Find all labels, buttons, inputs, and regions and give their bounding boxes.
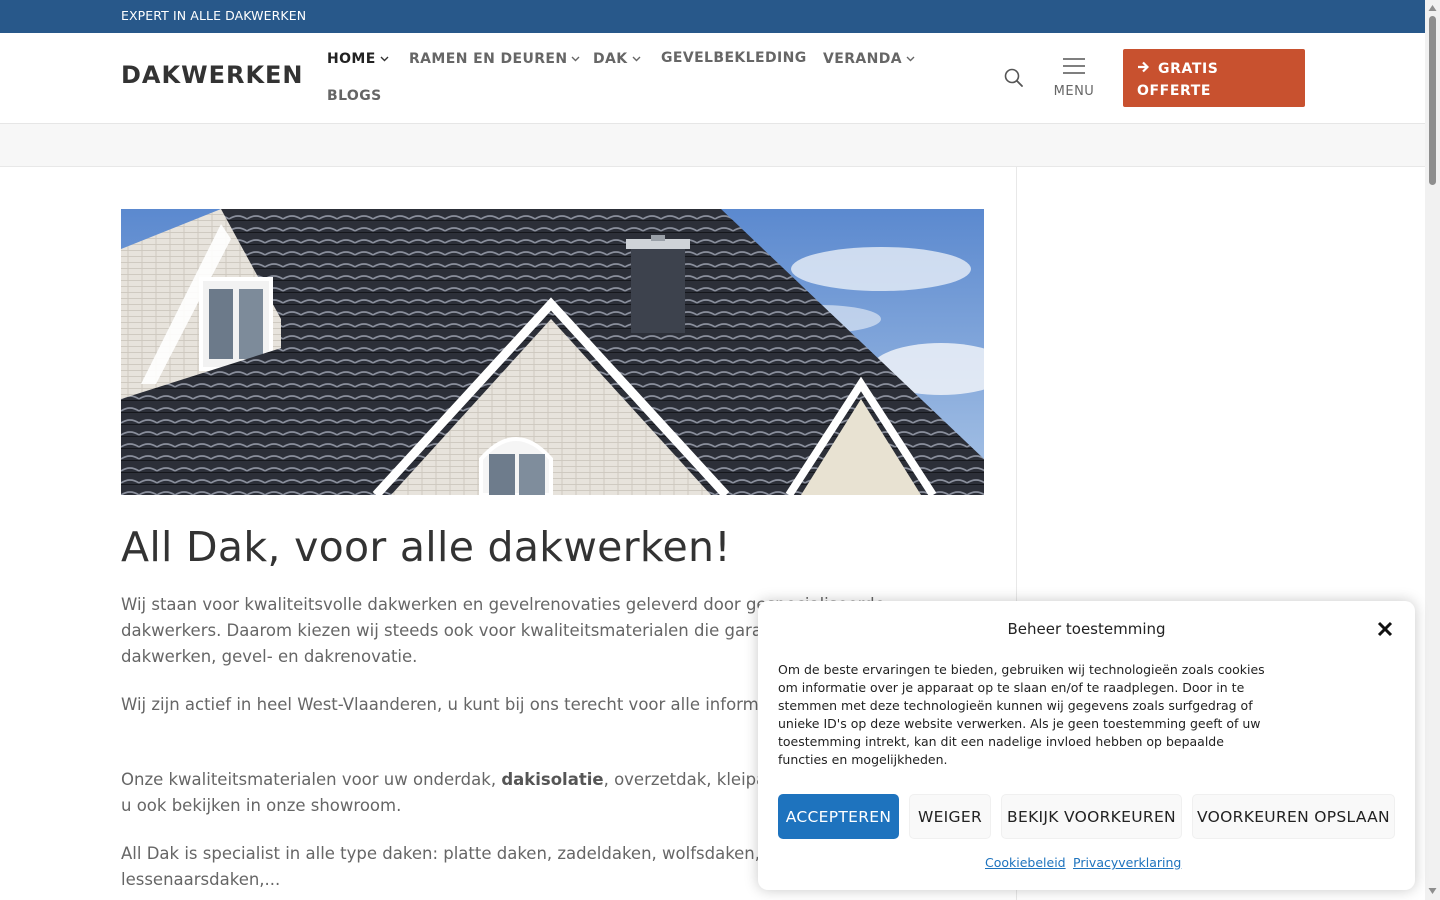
- scroll-down-icon[interactable]: [1428, 887, 1437, 895]
- nav-item-label: HOME: [327, 51, 376, 67]
- cookie-consent-dialog: Beheer toestemming Om de beste ervaringe…: [758, 601, 1415, 890]
- nav-item-label: RAMEN EN DEUREN: [409, 51, 568, 67]
- nav-item-gevelbekleding[interactable]: GEVELBEKLEDING: [661, 50, 807, 66]
- cookie-policy-link[interactable]: Cookiebeleid: [985, 855, 1066, 870]
- breadcrumb-bar: [0, 124, 1425, 167]
- close-button[interactable]: [1375, 619, 1395, 639]
- search-icon: [1004, 68, 1023, 87]
- hamburger-icon: [1063, 58, 1085, 74]
- top-bar: EXPERT IN ALLE DAKWERKEN: [0, 0, 1425, 33]
- nav-item-blogs[interactable]: BLOGS: [327, 88, 382, 104]
- nav-item-veranda[interactable]: VERANDA: [823, 50, 915, 67]
- free-quote-label: GRATIS OFFERTE: [1137, 61, 1219, 99]
- accept-button[interactable]: ACCEPTEREN: [778, 794, 899, 839]
- free-quote-button[interactable]: GRATIS OFFERTE: [1123, 49, 1305, 107]
- deny-button[interactable]: WEIGER: [909, 794, 991, 839]
- menu-button[interactable]: MENU: [1050, 55, 1098, 101]
- search-button[interactable]: [1003, 67, 1027, 91]
- privacy-statement-link[interactable]: Privacyverklaring: [1073, 855, 1181, 870]
- site-logo[interactable]: DAKWERKEN: [121, 61, 304, 89]
- scrollbar-thumb[interactable]: [1429, 16, 1436, 185]
- nav-item-label: DAK: [593, 51, 628, 67]
- save-preferences-button[interactable]: VOORKEUREN OPSLAAN: [1192, 794, 1395, 839]
- site-header: DAKWERKEN HOME RAMEN EN DEUREN DAK GEVEL…: [0, 33, 1425, 124]
- materials-text: Onze kwaliteitsmaterialen voor uw onderd…: [121, 770, 502, 789]
- nav-item-label: GEVELBEKLEDING: [661, 50, 807, 66]
- scroll-up-icon[interactable]: [1428, 4, 1437, 12]
- nav-item-ramen-en-deuren[interactable]: RAMEN EN DEUREN: [409, 50, 580, 67]
- chevron-down-icon: [632, 50, 641, 66]
- chevron-down-icon: [571, 50, 580, 66]
- cookie-dialog-title: Beheer toestemming: [1007, 620, 1166, 638]
- close-icon: [1377, 621, 1393, 637]
- tagline: EXPERT IN ALLE DAKWERKEN: [121, 8, 307, 23]
- hero-image: [121, 209, 984, 495]
- nav-item-dak[interactable]: DAK: [593, 50, 641, 67]
- page-title: All Dak, voor alle dakwerken!: [121, 523, 731, 571]
- region-text: Wij zijn actief in heel West-Vlaanderen,…: [121, 695, 838, 714]
- nav-item-label: BLOGS: [327, 88, 382, 104]
- view-preferences-button[interactable]: BEKIJK VOORKEUREN: [1001, 794, 1182, 839]
- chevron-down-icon: [380, 50, 389, 66]
- cookie-dialog-text: Om de beste ervaringen te bieden, gebrui…: [778, 662, 1265, 767]
- nav-item-label: VERANDA: [823, 51, 902, 67]
- chevron-down-icon: [906, 50, 915, 66]
- dakisolatie-link[interactable]: dakisolatie: [501, 770, 603, 789]
- nav-item-home[interactable]: HOME: [327, 50, 389, 67]
- menu-label: MENU: [1053, 84, 1095, 99]
